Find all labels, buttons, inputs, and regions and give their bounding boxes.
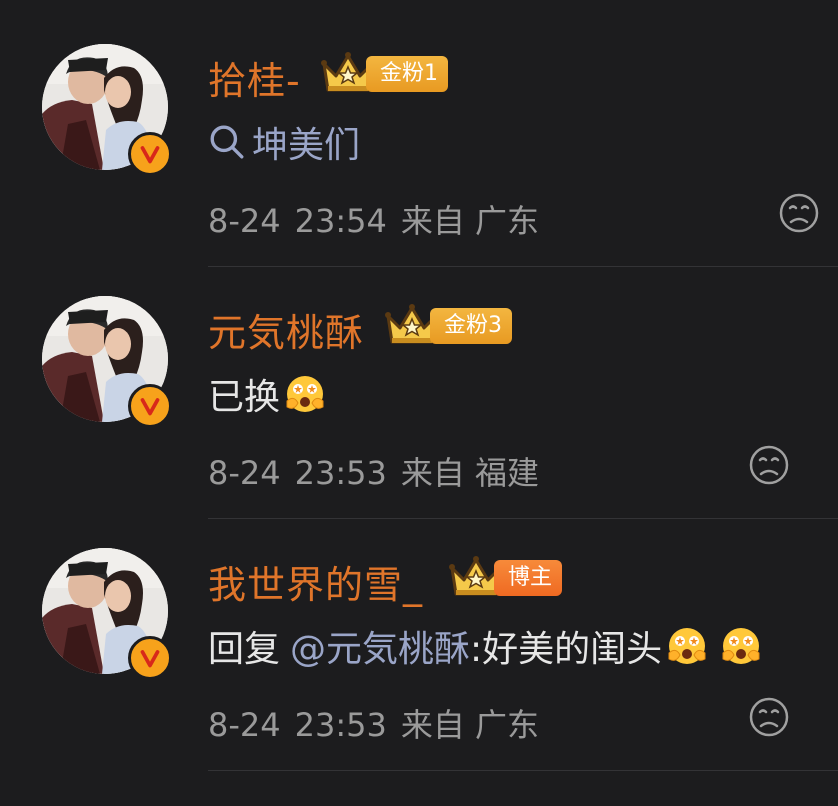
comment-list: 拾桂- 金粉1 坤美们 8-24 23:54 来自 广东 元気桃酥 金粉3 已换 — [0, 0, 838, 806]
sad-face-icon[interactable] — [748, 444, 790, 486]
comment-location: 来自 广东 — [400, 706, 540, 744]
divider — [208, 770, 838, 771]
sad-face-icon[interactable] — [748, 696, 790, 738]
blogger-badge: 博主 — [494, 560, 563, 596]
username[interactable]: 拾桂- — [208, 50, 301, 105]
sad-face-icon[interactable] — [778, 192, 820, 234]
fan-badge[interactable]: 金粉1 — [366, 56, 448, 92]
comment-meta: 8-24 23:53 来自 福建 — [208, 448, 539, 494]
username[interactable]: 元気桃酥 — [208, 302, 364, 357]
comment-item: 我世界的雪_ 博主 回复 @元気桃酥 :好美的闺头 8-24 23:53 来自 广东 — [0, 504, 838, 771]
fan-badge[interactable]: 金粉3 — [430, 308, 512, 344]
hugging-face-icon — [720, 625, 762, 667]
comment-text: :好美的闺头 — [470, 629, 663, 670]
hugging-face-icon — [666, 625, 708, 667]
hugging-face-icon — [284, 373, 326, 415]
comment-meta: 8-24 23:53 来自 广东 — [208, 700, 539, 746]
comment-date: 8-24 — [208, 454, 281, 492]
comment-content: 已换 — [208, 368, 326, 420]
search-icon — [208, 123, 246, 161]
verified-v-icon — [128, 132, 172, 176]
comment-content: 坤美们 — [208, 116, 360, 168]
comment-content: 回复 @元気桃酥 :好美的闺头 — [208, 620, 762, 672]
comment-time: 23:53 — [294, 454, 387, 492]
username[interactable]: 我世界的雪_ — [208, 554, 423, 609]
comment-date: 8-24 — [208, 202, 281, 240]
verified-v-icon — [128, 636, 172, 680]
comment-date: 8-24 — [208, 706, 281, 744]
comment-location: 来自 福建 — [400, 454, 540, 492]
comment-meta: 8-24 23:54 来自 广东 — [208, 196, 539, 242]
comment-time: 23:53 — [294, 706, 387, 744]
comment-text: 已换 — [208, 377, 281, 418]
reply-prefix: 回复 — [208, 629, 281, 670]
search-topic-text: 坤美们 — [252, 125, 361, 166]
search-topic-link[interactable]: 坤美们 — [208, 116, 360, 168]
comment-item: 拾桂- 金粉1 坤美们 8-24 23:54 来自 广东 — [0, 0, 838, 267]
mention-link[interactable]: @元気桃酥 — [290, 620, 470, 672]
comment-time: 23:54 — [294, 202, 387, 240]
comment-location: 来自 广东 — [400, 202, 540, 240]
comment-item: 元気桃酥 金粉3 已换 8-24 23:53 来自 福建 — [0, 252, 838, 519]
verified-v-icon — [128, 384, 172, 428]
